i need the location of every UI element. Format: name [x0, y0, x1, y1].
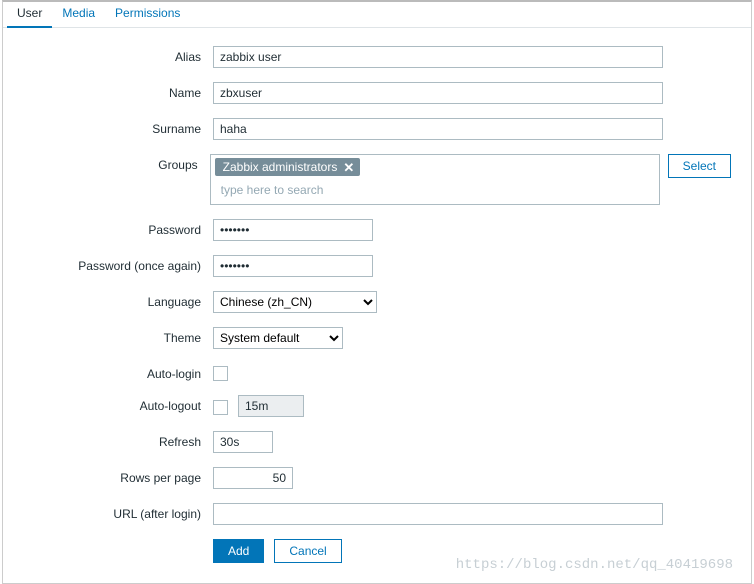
cancel-button[interactable]: Cancel	[274, 539, 341, 563]
label-password2: Password (once again)	[23, 255, 213, 273]
tab-user[interactable]: User	[7, 2, 52, 28]
add-button[interactable]: Add	[213, 539, 264, 563]
label-theme: Theme	[23, 327, 213, 345]
user-form: Alias Name Surname Groups Zabbix adminis…	[3, 28, 751, 583]
label-alias: Alias	[23, 46, 213, 64]
url-after-login-input[interactable]	[213, 503, 663, 525]
surname-input[interactable]	[213, 118, 663, 140]
groups-multiselect[interactable]: Zabbix administrators ✕	[210, 154, 660, 205]
group-chip-label: Zabbix administrators	[223, 160, 338, 174]
tabs-bar: User Media Permissions	[3, 2, 751, 28]
label-name: Name	[23, 82, 213, 100]
password-again-input[interactable]	[213, 255, 373, 277]
label-autologout: Auto-logout	[23, 395, 213, 413]
select-button[interactable]: Select	[668, 154, 731, 178]
groups-search-input[interactable]	[215, 179, 655, 201]
label-language: Language	[23, 291, 213, 309]
label-groups: Groups	[23, 154, 210, 172]
autologin-checkbox[interactable]	[213, 366, 228, 381]
tab-media[interactable]: Media	[52, 2, 105, 28]
tab-permissions[interactable]: Permissions	[105, 2, 190, 28]
password-input[interactable]	[213, 219, 373, 241]
autologout-value	[238, 395, 304, 417]
watermark-text: https://blog.csdn.net/qq_40419698	[456, 557, 733, 573]
group-chip[interactable]: Zabbix administrators ✕	[215, 158, 361, 176]
label-refresh: Refresh	[23, 431, 213, 449]
alias-input[interactable]	[213, 46, 663, 68]
label-rows: Rows per page	[23, 467, 213, 485]
theme-select[interactable]: System default	[213, 327, 343, 349]
language-select[interactable]: Chinese (zh_CN)	[213, 291, 377, 313]
label-password: Password	[23, 219, 213, 237]
name-input[interactable]	[213, 82, 663, 104]
refresh-input[interactable]	[213, 431, 273, 453]
rows-per-page-input[interactable]	[213, 467, 293, 489]
close-icon[interactable]: ✕	[343, 161, 354, 174]
label-surname: Surname	[23, 118, 213, 136]
label-autologin: Auto-login	[23, 363, 213, 381]
label-url: URL (after login)	[23, 503, 213, 521]
autologout-checkbox[interactable]	[213, 400, 228, 415]
